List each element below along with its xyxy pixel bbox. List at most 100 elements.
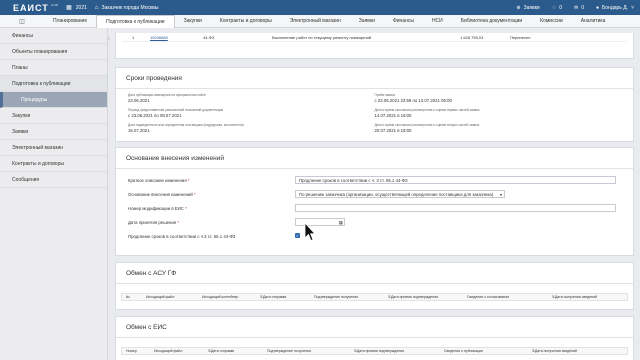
column-header[interactable]: Подтверждение получения bbox=[267, 349, 311, 353]
top-bar: ЕАИСТ v2.36 ▦ 2021 ⌂ Заказчик города Мос… bbox=[0, 0, 640, 15]
collapse-sidebar-icon[interactable]: ‹ bbox=[108, 36, 113, 42]
extension-label: Продление сроков в соответствии с ч.3 ст… bbox=[128, 234, 236, 239]
column-header[interactable]: Исходящий файл bbox=[154, 349, 182, 353]
sidebar-item-messages[interactable]: Сообщения bbox=[0, 172, 107, 188]
sidebar-item-plans[interactable]: Планы bbox=[0, 60, 107, 76]
decision-date-row: Дата принятия решения * ▦ bbox=[116, 217, 633, 231]
summary-input[interactable]: Продление сроков в соответствии с ч. 3 с… bbox=[295, 176, 616, 184]
date-block: Дата и время окончания рассмотрения и оц… bbox=[375, 108, 622, 118]
calendar-icon[interactable]: ▦ bbox=[339, 219, 343, 226]
row-law: 44-ФЗ bbox=[203, 34, 215, 40]
eis-table-header: Номер Исходящий файл ⇅ Дата отправки Под… bbox=[121, 347, 628, 355]
extension-row: Продление сроков в соответствии с ч.3 ст… bbox=[116, 231, 633, 245]
column-header[interactable]: ⇅ Дата получения сведений bbox=[552, 295, 597, 299]
row-amount: 1 628 755,03 bbox=[460, 34, 484, 40]
extension-checkbox[interactable]: ✓ bbox=[295, 233, 300, 238]
decision-date-label: Дата принятия решения * bbox=[128, 220, 180, 225]
sidebar: Финансы Объекты планирования Планы Подго… bbox=[0, 28, 108, 360]
column-header[interactable]: ⇅ Дата отправки bbox=[260, 295, 286, 299]
column-header[interactable]: Сведения о публикации bbox=[444, 349, 483, 353]
tab-contracts[interactable]: Контракты и договоры bbox=[211, 15, 281, 28]
table-row[interactable]: 1 15036885 44-ФЗ Выполнение работ по тек… bbox=[122, 33, 627, 42]
basis-row: Основание внесения изменений * По решени… bbox=[116, 189, 633, 203]
tab-e-shop[interactable]: Электронный магазин bbox=[281, 15, 350, 28]
change-basis-section: Основание внесения изменений Краткое опи… bbox=[115, 147, 634, 256]
date-label: Дата подведения итогов определения поста… bbox=[128, 123, 244, 127]
column-header[interactable]: ⇅ Дата приема подтверждения bbox=[354, 349, 404, 353]
eis-exchange-title: Обмен с ЕИС bbox=[116, 317, 633, 338]
sidebar-item-planning-objects[interactable]: Объекты планирования bbox=[0, 44, 107, 60]
tab-nsi[interactable]: НСИ bbox=[423, 15, 452, 28]
row-number: 1 bbox=[132, 34, 135, 40]
date-label: Приём заявок bbox=[374, 93, 395, 97]
mail-icon[interactable]: ✉ bbox=[574, 5, 578, 11]
logo[interactable]: ЕАИСТ bbox=[13, 3, 49, 13]
date-value: с 23.06.2021 23:59 по 13.07.2021 05:00 bbox=[374, 98, 452, 103]
basis-select[interactable]: По решению заказчика (организации, осуще… bbox=[295, 190, 505, 198]
date-block: Дата публикации извещения на официальном… bbox=[128, 93, 375, 103]
sidebar-item-contracts[interactable]: Контракты и договоры bbox=[0, 156, 107, 172]
date-block: Дата подведения итогов определения поста… bbox=[128, 123, 375, 133]
tab-doc-library[interactable]: Библиотека документации bbox=[452, 15, 531, 28]
chevron-down-icon[interactable]: ˅ bbox=[631, 5, 634, 11]
sidebar-item-purchases[interactable]: Закупки bbox=[0, 108, 107, 124]
organization-name[interactable]: Заказчик города Москвы bbox=[102, 5, 159, 11]
notifications-count[interactable]: 0 bbox=[559, 5, 562, 11]
mouse-cursor-icon bbox=[304, 222, 316, 242]
date-block: Приём заявок с 23.06.2021 23:59 по 13.07.… bbox=[375, 93, 622, 103]
row-status: Перенесен bbox=[510, 34, 531, 40]
column-header[interactable]: ⇅ Дата отправки bbox=[208, 349, 234, 353]
building-icon: ⌂ bbox=[94, 4, 99, 11]
user-avatar-icon[interactable]: ● bbox=[596, 5, 599, 11]
asu-table-header: № Исходящий файл Исходящий контейнер ⇅ Д… bbox=[121, 293, 628, 301]
summary-label: Краткое описание изменения * bbox=[128, 178, 190, 183]
column-header[interactable]: ⇅ Дата приема подтверждения bbox=[388, 295, 438, 299]
column-header[interactable]: Подтверждение получения bbox=[314, 295, 358, 299]
asu-exchange-title: Обмен с АСУ ГФ bbox=[116, 263, 633, 284]
decision-date-input[interactable]: ▦ bbox=[295, 218, 345, 226]
change-basis-title: Основание внесения изменений bbox=[116, 148, 633, 169]
version-label: v2.36 bbox=[50, 3, 59, 7]
sidebar-item-publication-prep[interactable]: Подготовка к публикации bbox=[0, 76, 107, 92]
procedure-link[interactable]: 15036885 bbox=[150, 35, 168, 40]
date-value: 23.06.2021 bbox=[128, 98, 150, 103]
deadlines-title: Сроки проведения bbox=[116, 68, 633, 89]
date-label: Период предоставления разъяснений положе… bbox=[128, 108, 224, 112]
column-header[interactable]: № bbox=[126, 295, 130, 299]
sidebar-item-requests[interactable]: Заявки bbox=[0, 124, 107, 140]
tab-analytics[interactable]: Аналитика bbox=[572, 15, 615, 28]
main-nav: ◫ Планирование Подготовка к публикации З… bbox=[0, 14, 640, 28]
tab-planning[interactable]: Планирование bbox=[44, 15, 96, 28]
column-header[interactable]: Исходящий файл bbox=[146, 295, 174, 299]
messages-count[interactable]: 0 bbox=[581, 5, 584, 11]
column-header[interactable]: ⇅ Дата получения сведений bbox=[532, 349, 577, 353]
tab-purchases[interactable]: Закупки bbox=[175, 15, 211, 28]
column-header[interactable]: Сведения о согласовании bbox=[467, 295, 509, 299]
sidebar-item-finance[interactable]: Финансы bbox=[0, 28, 107, 44]
sidebar-toggle-icon[interactable]: ◫ bbox=[0, 18, 44, 25]
date-value: 16.07.2021 bbox=[128, 128, 150, 133]
summary-row: Краткое описание изменения * Продление с… bbox=[116, 175, 633, 189]
tab-commissions[interactable]: Комиссии bbox=[531, 15, 572, 28]
tab-finance[interactable]: Финансы bbox=[384, 15, 423, 28]
calendar-icon[interactable]: ▦ bbox=[66, 4, 72, 11]
user-name[interactable]: Бондарь Д. bbox=[602, 5, 628, 11]
column-header[interactable]: Номер bbox=[126, 349, 137, 353]
tab-publication-prep[interactable]: Подготовка к публикации bbox=[96, 14, 175, 28]
date-label: Дата и время окончания рассмотрения и оц… bbox=[374, 108, 480, 112]
sidebar-item-procedures[interactable]: Процедуры bbox=[0, 92, 107, 108]
chevron-down-icon: ▾ bbox=[499, 192, 502, 197]
plus-circle-icon[interactable]: ⊕ bbox=[516, 5, 520, 11]
row-subject: Выполнение работ по текущему ремонту пом… bbox=[272, 34, 372, 40]
date-block: Дата и время окончания рассмотрения и оц… bbox=[375, 123, 622, 133]
year-selector[interactable]: 2021 bbox=[76, 5, 87, 11]
mod-number-input[interactable] bbox=[295, 204, 616, 212]
deadlines-section: Сроки проведения Дата публикации извещен… bbox=[115, 67, 634, 142]
column-header[interactable]: Исходящий контейнер bbox=[202, 295, 238, 299]
basis-label: Основание внесения изменений * bbox=[128, 192, 196, 197]
sidebar-item-e-shop[interactable]: Электронный магазин bbox=[0, 140, 107, 156]
requests-link[interactable]: Заявки bbox=[524, 5, 540, 11]
date-label: Дата публикации извещения на официальном… bbox=[128, 93, 206, 97]
bell-icon[interactable]: ♢ bbox=[552, 5, 556, 11]
tab-requests[interactable]: Заявки bbox=[350, 15, 384, 28]
